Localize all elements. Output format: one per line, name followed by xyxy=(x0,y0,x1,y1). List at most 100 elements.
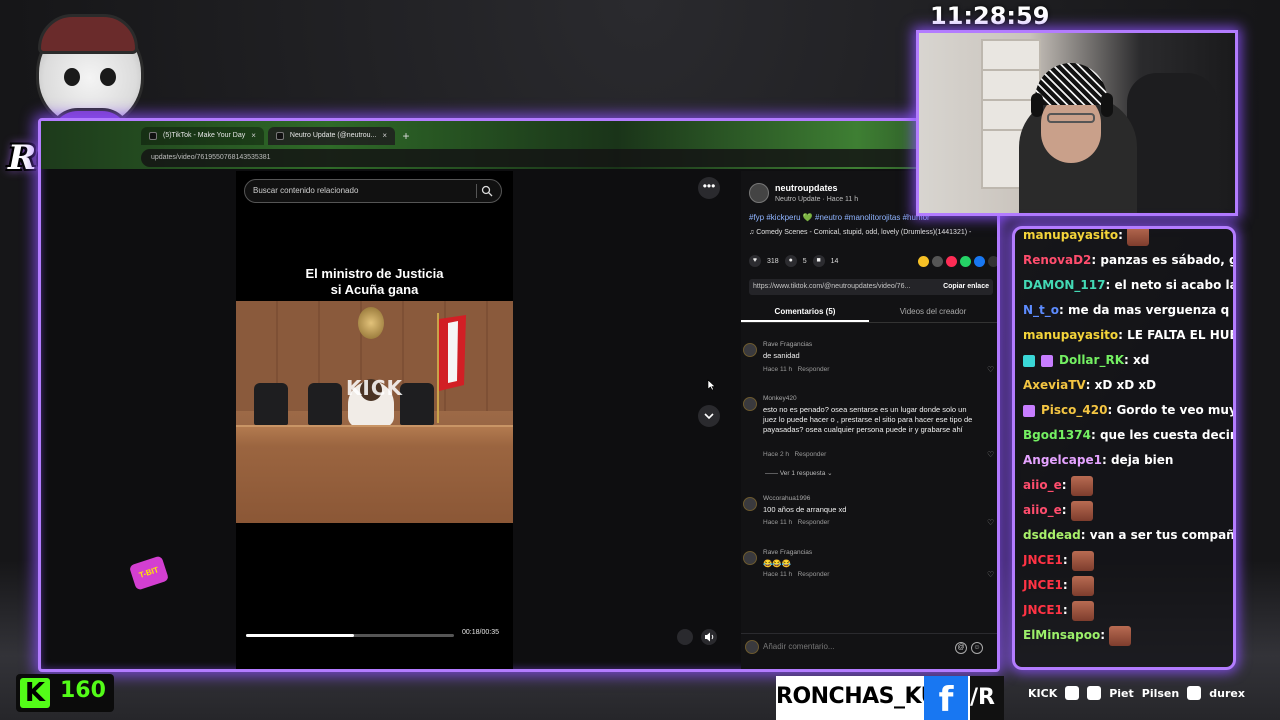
viewer-count-widget: K 160 xyxy=(16,674,114,712)
emoji-icon[interactable]: ☺ xyxy=(971,642,983,654)
chat-message: JNCE1: xyxy=(1023,548,1233,573)
comment-avatar[interactable] xyxy=(743,343,757,357)
chat-username[interactable]: Dollar_RK xyxy=(1059,348,1124,373)
chat-message: Angelcape1: deja bien xyxy=(1023,448,1233,473)
chat-username[interactable]: aiio_e xyxy=(1023,498,1062,523)
mascot-eye-right xyxy=(100,68,116,86)
comment-avatar[interactable] xyxy=(743,397,757,411)
reply-link[interactable]: Responder xyxy=(798,571,830,578)
share-arrow-icon[interactable] xyxy=(988,255,997,267)
video-progress-bar[interactable] xyxy=(246,634,454,637)
new-tab-button[interactable]: + xyxy=(399,127,413,145)
comment-user[interactable]: Monkey420 xyxy=(763,395,797,402)
kick-logo-icon: K xyxy=(20,678,50,708)
comment-avatar[interactable] xyxy=(743,551,757,565)
chat-message: manupayasito: LE FALTA EL HUESO xyxy=(1023,323,1233,348)
video-player[interactable]: Buscar contenido relacionado El ministro… xyxy=(236,171,513,669)
comment-like-icon[interactable]: ♡ xyxy=(987,519,995,527)
post-music[interactable]: ♫ Comedy Scenes - Comical, stupid, odd, … xyxy=(749,229,971,236)
likes-count: 318 xyxy=(767,257,779,265)
browser-chrome: (5)TikTok - Make Your Day × Neutro Updat… xyxy=(41,121,997,169)
tab-comments[interactable]: Comentarios (5) xyxy=(741,301,869,322)
search-icon[interactable] xyxy=(481,185,493,197)
add-comment-input[interactable]: Añadir comentario... xyxy=(763,642,835,651)
comment-user[interactable]: Wccorahua1996 xyxy=(763,495,810,502)
comment-avatar[interactable] xyxy=(743,497,757,511)
tab-label: (5)TikTok - Make Your Day xyxy=(163,132,246,139)
caption-line-2: si Acuña gana xyxy=(330,282,419,297)
close-tab-icon[interactable]: × xyxy=(251,127,256,145)
post-hashtags[interactable]: #fyp #kickperu 💚 #neutro #manolitorojita… xyxy=(749,213,930,222)
related-search-input[interactable]: Buscar contenido relacionado xyxy=(244,179,502,203)
chat-username[interactable]: manupayasito xyxy=(1023,323,1118,348)
chat-username[interactable]: Angelcape1 xyxy=(1023,448,1102,473)
tab-label: Neutro Update (@neutrou... xyxy=(289,132,377,139)
share-friends-icon[interactable] xyxy=(918,255,929,267)
chat-username[interactable]: Pisco_420 xyxy=(1041,398,1107,423)
tab-creator-videos[interactable]: Videos del creador xyxy=(869,301,997,322)
comment-text: de sanidad xyxy=(763,351,800,360)
video-time: 00:18/00:35 xyxy=(462,629,499,636)
send-icon[interactable] xyxy=(946,255,957,267)
address-bar[interactable]: updates/video/7619550768143535381 ⧉ ☆ xyxy=(141,149,961,167)
chat-separator: : xyxy=(1118,228,1123,242)
sponsor-durex: durex xyxy=(1209,686,1245,700)
chat-username[interactable]: JNCE1 xyxy=(1023,548,1063,573)
facebook-icon[interactable] xyxy=(974,255,985,267)
add-comment-bar[interactable]: Añadir comentario... @ ☺ xyxy=(741,633,997,661)
bookmark-icon[interactable]: ■ xyxy=(812,255,825,267)
next-video-button[interactable] xyxy=(698,405,720,427)
author-username[interactable]: neutroupdates xyxy=(775,183,838,193)
volume-icon[interactable] xyxy=(701,629,717,645)
chat-username[interactable]: dsddead xyxy=(1023,523,1081,548)
discord-icon xyxy=(1065,686,1080,700)
chat-username[interactable]: Bgod1374 xyxy=(1023,423,1091,448)
whatsapp-icon[interactable] xyxy=(960,255,971,267)
chat-emote-icon xyxy=(1070,500,1093,521)
search-divider xyxy=(476,184,477,198)
author-avatar[interactable] xyxy=(749,183,769,203)
browser-tab-neutro[interactable]: Neutro Update (@neutrou... × xyxy=(267,127,396,145)
embed-icon[interactable] xyxy=(932,255,943,267)
mention-icon[interactable]: @ xyxy=(955,642,967,654)
comment-icon[interactable]: ● xyxy=(784,255,797,267)
comment-like-icon[interactable]: ♡ xyxy=(987,451,995,459)
chat-username[interactable]: DAMON_117 xyxy=(1023,273,1105,298)
chat-text: que les cuesta decir no xyxy=(1099,428,1236,442)
comment-user[interactable]: Rave Fragancias xyxy=(763,549,812,556)
share-link[interactable]: https://www.tiktok.com/@neutroupdates/vi… xyxy=(753,283,910,290)
sponsor-piet: Piet xyxy=(1109,686,1134,700)
sponsor-pilsen: Pilsen xyxy=(1141,686,1180,700)
chat-text: deja bien xyxy=(1106,453,1174,467)
chat-emote-icon xyxy=(1071,550,1094,571)
chat-text: me da mas verguenza q risa xyxy=(1068,303,1230,317)
chat-username[interactable]: JNCE1 xyxy=(1023,598,1063,623)
saves-count: 14 xyxy=(830,257,839,265)
chat-username[interactable]: manupayasito xyxy=(1023,229,1118,248)
close-tab-icon[interactable]: × xyxy=(382,127,387,145)
reply-link[interactable]: Responder xyxy=(798,519,830,526)
chat-username[interactable]: N_t_o xyxy=(1023,298,1059,323)
more-options-button[interactable]: ••• xyxy=(698,177,720,199)
comment-like-icon[interactable]: ♡ xyxy=(987,571,995,579)
comment-user[interactable]: Rave Fragancias xyxy=(763,341,812,348)
chat-username[interactable]: JNCE1 xyxy=(1023,573,1063,598)
chat-text: LE FALTA EL HUESO xyxy=(1127,328,1233,342)
share-link-row: https://www.tiktok.com/@neutroupdates/vi… xyxy=(749,279,993,295)
view-replies-link[interactable]: —— Ver 1 respuesta ⌄ xyxy=(765,469,833,477)
browser-tab-tiktok[interactable]: (5)TikTok - Make Your Day × xyxy=(141,127,264,145)
chat-separator: : xyxy=(1062,578,1068,592)
chat-username[interactable]: RenovaD2 xyxy=(1023,248,1091,273)
comment-text: 100 años de arranque xd xyxy=(763,505,847,514)
reply-link[interactable]: Responder xyxy=(794,451,826,458)
chat-username[interactable]: AxeviaTV xyxy=(1023,373,1086,398)
copy-link-button[interactable]: Copiar enlace xyxy=(937,279,989,295)
chat-username[interactable]: aiio_e xyxy=(1023,473,1062,498)
social-banner: RONCHAS_KUN f /R xyxy=(776,676,1004,720)
heart-icon[interactable]: ♥ xyxy=(749,255,761,267)
reply-link[interactable]: Responder xyxy=(798,366,830,373)
comment-like-icon[interactable]: ♡ xyxy=(987,366,995,374)
pip-icon[interactable] xyxy=(677,629,693,645)
comment-meta: Hace 11 h Responder xyxy=(763,519,829,526)
chat-username[interactable]: ElMinsapoo xyxy=(1023,623,1100,648)
